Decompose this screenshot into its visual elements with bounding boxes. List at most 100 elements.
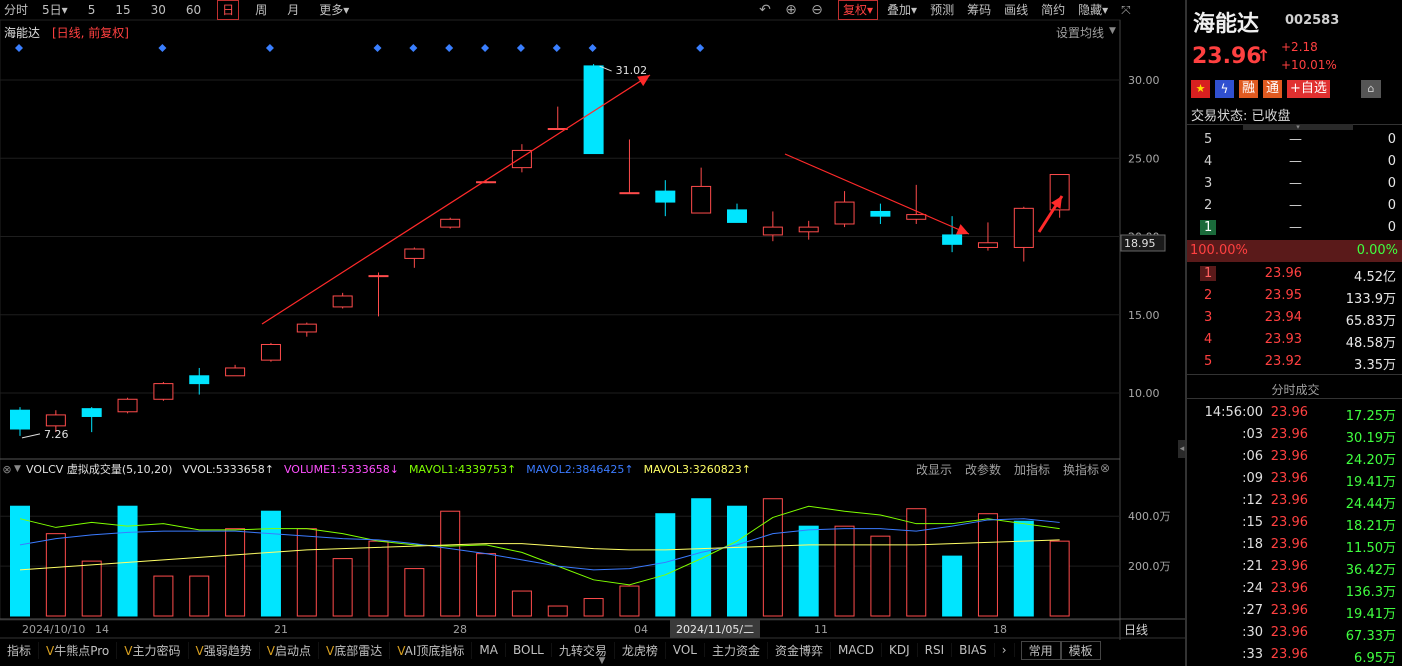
buy-level-row: 1 23.96 4.52亿 <box>1187 263 1402 285</box>
period-tab[interactable]: 月 <box>283 0 303 20</box>
volume-bar <box>834 525 855 617</box>
period-tab[interactable]: 周 <box>251 0 271 20</box>
level-volume: 4.52亿 <box>1354 270 1396 285</box>
period-tab[interactable]: 分时 <box>0 0 32 20</box>
indicator-action-button[interactable]: 改参数 <box>965 461 1001 478</box>
indicator-tab[interactable]: › <box>995 643 1015 657</box>
expand-icon[interactable]: ⤧ <box>1121 3 1131 18</box>
toolbar-menu-item[interactable]: 隐藏▾ <box>1074 0 1112 20</box>
indicator-tab[interactable]: 资金博弈 <box>768 641 832 659</box>
tick-price: 23.96 <box>1270 537 1308 552</box>
indicator-tab[interactable]: RSI <box>918 643 953 657</box>
indicator-tab[interactable]: V主力密码 <box>117 641 189 659</box>
toolbar-menu-item[interactable]: 画线 <box>1000 0 1032 20</box>
period-tab[interactable]: 5 <box>84 0 100 20</box>
level-price: 23.92 <box>1264 354 1302 369</box>
indicator-action-button[interactable]: 换指标 <box>1063 461 1099 478</box>
collapse-indicator-icon[interactable]: ▼ <box>14 464 26 474</box>
kline-chart-area[interactable]: 30.0025.0020.0015.0010.0018.95400.0万200.… <box>0 0 1185 666</box>
toolbar-menu-item[interactable]: 复权▾ <box>838 0 879 20</box>
kline-chart-canvas[interactable]: 30.0025.0020.0015.0010.0018.95400.0万200.… <box>0 0 1185 666</box>
tick-time: :18 <box>1242 537 1263 552</box>
indicator-tab[interactable]: 主力资金 <box>705 641 769 659</box>
tick-row: :24 23.96 136.3万 <box>1187 578 1402 600</box>
close-indicator-icon[interactable]: ⊗ <box>0 463 14 476</box>
tick-time: :09 <box>1242 471 1263 486</box>
indicator-tab[interactable]: MA <box>472 643 506 657</box>
tick-price: 23.96 <box>1270 625 1308 640</box>
buy-level-row: 3 23.94 65.83万 <box>1187 307 1402 329</box>
indicator-tab[interactable]: 常用 <box>1020 640 1061 660</box>
ma-settings-button[interactable]: 设置均线 <box>1056 24 1104 41</box>
indicator-tab[interactable]: V底部雷达 <box>319 641 391 659</box>
indicator-tab[interactable]: 指标 <box>0 641 40 659</box>
toolbar-menu-item[interactable]: 筹码 <box>963 0 995 20</box>
tick-price: 23.96 <box>1270 427 1308 442</box>
chart-toolbar: 分时 5日▾ 5 15 30 60 日周月更多▾ ↶ ⊕ ⊖ 复权▾ 叠加▾ 预测 筹码 画线 简约 隐藏▾ ⤧ <box>0 0 1185 20</box>
candle-body <box>834 201 855 225</box>
candle-body <box>655 190 676 203</box>
indicator-tab[interactable]: BIAS <box>952 643 995 657</box>
level-label: 1 <box>1200 220 1217 235</box>
period-tab[interactable]: 30 <box>147 0 170 20</box>
quote-change: +2.18 <box>1281 40 1318 54</box>
volume-bar <box>332 558 353 617</box>
more-icon[interactable]: ⌂ <box>1361 80 1381 98</box>
zoom-out-icon[interactable]: ⊖ <box>804 2 830 18</box>
indicator-tab[interactable]: V牛熊点Pro <box>39 641 118 659</box>
tick-row: :21 23.96 36.42万 <box>1187 556 1402 578</box>
tick-volume: 136.3万 <box>1345 585 1396 600</box>
tick-row: :06 23.96 24.20万 <box>1187 446 1402 468</box>
indicator-tab[interactable]: KDJ <box>882 643 918 657</box>
volume-bar <box>476 553 497 617</box>
divider <box>1187 398 1402 399</box>
toolbar-menu-item[interactable]: 预测 <box>926 0 958 20</box>
period-tab[interactable]: 更多▾ <box>315 0 353 20</box>
candle-body <box>942 234 963 245</box>
indicator-tab[interactable]: 九转交易 <box>552 641 615 659</box>
period-tab[interactable]: 15 <box>111 0 134 20</box>
toolbar-menu-item[interactable]: 简约 <box>1037 0 1069 20</box>
lightning-icon[interactable]: ϟ <box>1215 80 1234 98</box>
ma-settings-arrow-icon[interactable]: ▼ <box>1109 26 1116 36</box>
tick-volume: 17.25万 <box>1345 409 1396 424</box>
period-tab[interactable]: 5日▾ <box>38 0 72 20</box>
indicator-action-button[interactable]: 改显示 <box>916 461 952 478</box>
tick-price: 23.96 <box>1270 515 1308 530</box>
level-price: — <box>1289 220 1302 235</box>
candle-body <box>691 185 712 214</box>
level-label: 3 <box>1204 176 1213 191</box>
add-watchlist-button[interactable]: +自选 <box>1287 80 1330 98</box>
tick-volume: 24.20万 <box>1345 453 1396 468</box>
period-tab[interactable]: 60 <box>182 0 205 20</box>
indicator-tab[interactable]: V强弱趋势 <box>189 641 260 659</box>
level-price: — <box>1289 132 1302 147</box>
indicator-tab[interactable]: 龙虎榜 <box>615 641 666 659</box>
zoom-in-icon[interactable]: ⊕ <box>778 2 804 18</box>
indicator-tab[interactable]: BOLL <box>506 643 552 657</box>
level-price: 23.95 <box>1264 288 1302 303</box>
sell-level-row: 5 — 0 <box>1187 129 1402 151</box>
indicator-tab[interactable]: MACD <box>831 643 883 657</box>
indicator-tab[interactable]: VOL <box>666 643 705 657</box>
tick-volume: 19.41万 <box>1345 607 1396 622</box>
tick-price: 23.96 <box>1270 449 1308 464</box>
toolbar-menu-item[interactable]: 叠加▾ <box>883 0 921 20</box>
price-up-arrow-icon: ↑ <box>1257 46 1271 65</box>
quote-code: 002583 <box>1285 13 1340 28</box>
undo-icon[interactable]: ↶ <box>752 2 778 18</box>
signal-marker <box>552 44 561 52</box>
indicator-tab[interactable]: V启动点 <box>260 641 319 659</box>
price-tick-label: 25.00 <box>1128 152 1160 165</box>
quote-badge[interactable]: 融 <box>1239 80 1259 98</box>
indicator-action-button[interactable]: 加指标 <box>1014 461 1050 478</box>
indicator-actions: 改显示 改参数 加指标 换指标 <box>916 461 1112 478</box>
period-tab[interactable]: 日 <box>217 0 240 20</box>
tick-row: :03 23.96 30.19万 <box>1187 424 1402 446</box>
quote-badge[interactable]: 通 <box>1263 80 1283 98</box>
scroll-handle-icon[interactable]: ▼ <box>582 657 622 666</box>
indicator-tab[interactable]: 模板 <box>1060 640 1101 660</box>
signal-marker <box>516 44 525 52</box>
close-panel-icon[interactable]: ⊗ <box>1100 461 1110 475</box>
indicator-tab[interactable]: VAI顶底指标 <box>390 641 473 659</box>
